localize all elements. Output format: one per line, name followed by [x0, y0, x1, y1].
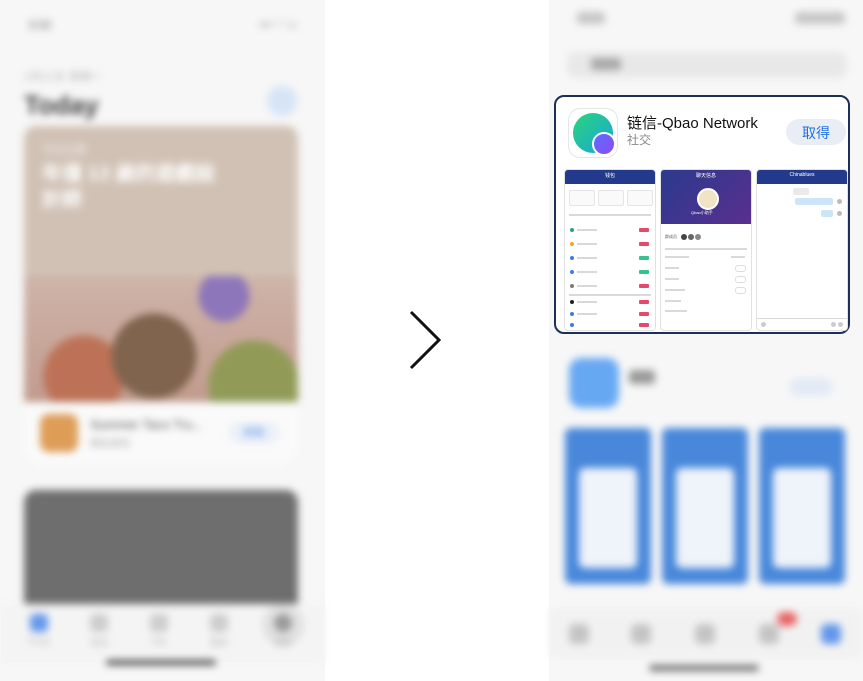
today-icon[interactable]: [569, 624, 589, 644]
page-title: Today: [24, 90, 99, 120]
status-icons: [795, 12, 845, 24]
result-screenshot[interactable]: [662, 428, 748, 584]
tab-games[interactable]: 游戏: [84, 614, 114, 649]
app-screenshot-chat-info[interactable]: 聊天信息 Qbao小助手 群成员: [660, 169, 752, 331]
featured-game-row: Summer Taco Tru... 模拟游戏 获取: [24, 402, 298, 464]
avatar: [697, 188, 719, 210]
story-label: 今日主题: [42, 144, 86, 156]
tab-today[interactable]: Today: [24, 614, 54, 646]
account-avatar[interactable]: [267, 86, 297, 116]
get-button[interactable]: 取得: [786, 119, 846, 145]
story-headline: 年僅 13 歲的遊戲設計師: [42, 163, 216, 211]
tab-search[interactable]: 搜索: [268, 614, 298, 649]
second-story-card[interactable]: [24, 490, 298, 620]
chevron-right-icon: [409, 310, 442, 370]
app-icon[interactable]: [569, 109, 617, 157]
game-icon: [40, 414, 78, 452]
token-box: [569, 190, 595, 206]
status-time: 3:00: [28, 18, 52, 32]
result-app-icon[interactable]: [569, 358, 619, 408]
left-phone-screen: 3:00 ▪▪▪ ◠ ▭ 1月21日 星期一 Today 今日主题 年僅 13 …: [0, 0, 325, 681]
screenshot-title: 聊天信息: [695, 173, 716, 179]
screenshot-members-label: 群成员: [665, 234, 677, 239]
game-name: Summer Taco Tru...: [90, 417, 204, 432]
app-screenshot-chat[interactable]: Chinablues: [756, 169, 848, 331]
today-story-card[interactable]: 今日主题 年僅 13 歲的遊戲設計師 Summer Taco Tru... 模拟…: [24, 126, 298, 464]
result-screenshot[interactable]: [565, 428, 651, 584]
right-phone-screen: 链信-Qbao Network 社交 取得 钱包 聊天信息 Qbao小助手 群成…: [549, 0, 863, 681]
screenshot-title: Chinablues: [789, 172, 815, 178]
home-indicator: [106, 660, 216, 665]
rocket-icon[interactable]: [631, 624, 651, 644]
status-icons: ▪▪▪ ◠ ▭: [259, 19, 297, 31]
updates-badge: [777, 612, 797, 626]
download-icon: [210, 614, 228, 632]
app-category: 社交: [627, 133, 652, 147]
app-name[interactable]: 链信-Qbao Network: [627, 112, 758, 133]
token-box: [627, 190, 653, 206]
token-box: [598, 190, 624, 206]
game-subtitle: 模拟游戏: [90, 439, 130, 450]
result-get-button[interactable]: [789, 378, 833, 396]
tab-apps[interactable]: App: [144, 614, 174, 646]
download-icon[interactable]: [759, 624, 779, 644]
search-query: [591, 58, 621, 70]
app-screenshot-wallet[interactable]: 钱包: [564, 169, 656, 331]
layers-icon[interactable]: [695, 624, 715, 644]
rocket-icon: [90, 614, 108, 632]
search-icon[interactable]: [821, 624, 841, 644]
screenshot-title: 钱包: [604, 173, 615, 179]
search-icon: [274, 614, 292, 632]
layers-icon: [150, 614, 168, 632]
highlighted-search-result[interactable]: 链信-Qbao Network 社交 取得 钱包 聊天信息 Qbao小助手 群成…: [554, 95, 850, 334]
result-app-name: [629, 370, 655, 384]
game-get-button[interactable]: 获取: [228, 422, 280, 444]
result-screenshot[interactable]: [759, 428, 845, 584]
tab-bar: [549, 608, 863, 658]
home-indicator: [649, 665, 759, 671]
status-time: [577, 12, 605, 24]
today-date: 1月21日 星期一: [24, 72, 103, 83]
tab-updates[interactable]: 更新: [204, 614, 234, 649]
today-icon: [30, 614, 48, 632]
screenshot-username: Qbao小助手: [691, 210, 713, 215]
